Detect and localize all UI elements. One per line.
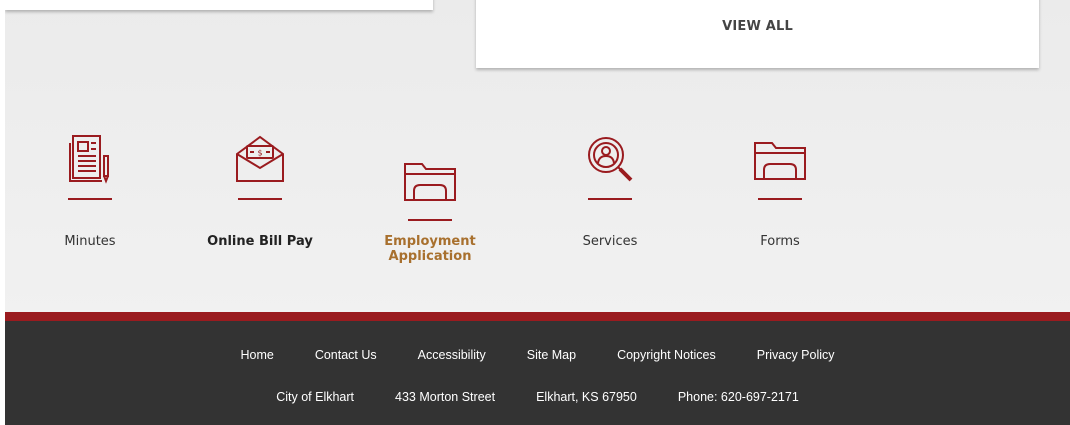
footer-phone: Phone: 620-697-2171	[677, 390, 799, 404]
page: VIEW ALL Minutes $ Online Bill Pay Emplo…	[5, 0, 1070, 425]
icon-underline	[68, 198, 112, 200]
quick-link-services[interactable]: Services	[530, 128, 690, 258]
quick-link-forms[interactable]: Forms	[700, 128, 860, 258]
footer-city-name: City of Elkhart	[276, 390, 355, 404]
icon-underline	[238, 198, 282, 200]
newspaper-icon	[69, 135, 109, 184]
footer-city-state-zip: Elkhart, KS 67950	[536, 390, 637, 404]
footer-nav: Home Contact Us Accessibility Site Map C…	[5, 348, 1070, 362]
quick-link-label: Online Bill Pay	[207, 234, 313, 249]
icon-underline	[758, 198, 802, 200]
search-person-icon	[588, 137, 633, 182]
folder-icon	[404, 163, 456, 201]
news-card-left	[5, 0, 433, 10]
svg-text:$: $	[257, 149, 262, 158]
quick-link-label: Services	[582, 234, 638, 249]
quick-link-label: Minutes	[64, 234, 116, 249]
footer-link-home[interactable]: Home	[240, 348, 273, 362]
footer-link-accessibility[interactable]: Accessibility	[418, 348, 486, 362]
quick-link-online-bill-pay[interactable]: $ Online Bill Pay	[180, 128, 340, 258]
view-all-link[interactable]: VIEW ALL	[476, 19, 1039, 34]
footer-link-contact-us[interactable]: Contact Us	[315, 348, 377, 362]
money-envelope-icon: $	[236, 135, 284, 182]
footer-address: 433 Morton Street	[395, 390, 496, 404]
folder-icon	[754, 142, 806, 180]
site-footer: Home Contact Us Accessibility Site Map C…	[5, 312, 1070, 425]
footer-link-privacy-policy[interactable]: Privacy Policy	[757, 348, 835, 362]
news-card-right: VIEW ALL	[476, 0, 1039, 68]
footer-link-site-map[interactable]: Site Map	[527, 348, 576, 362]
footer-link-copyright-notices[interactable]: Copyright Notices	[617, 348, 716, 362]
quick-link-label: Employment Application	[384, 234, 476, 264]
icon-underline	[408, 219, 452, 221]
icon-underline	[588, 198, 632, 200]
quick-link-employment-application[interactable]: Employment Application	[350, 128, 510, 264]
quick-link-label: Forms	[760, 234, 800, 249]
quick-link-minutes[interactable]: Minutes	[10, 128, 170, 258]
footer-contact-info: City of Elkhart 433 Morton Street Elkhar…	[5, 390, 1070, 404]
